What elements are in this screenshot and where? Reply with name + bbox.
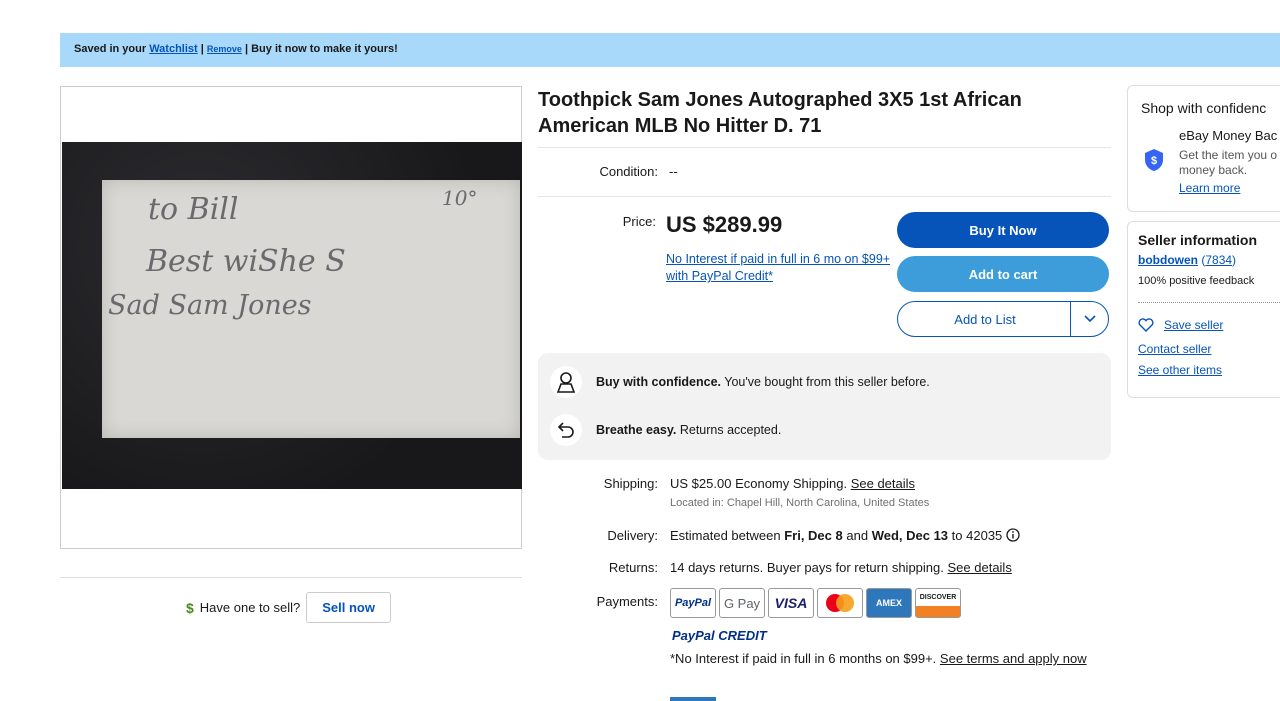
learn-more-link[interactable]: Learn more (1179, 181, 1240, 195)
terms-link[interactable]: See terms and apply now (940, 651, 1087, 666)
shop-with-confidence-box: Shop with confidenc $ eBay Money Bac Get… (1127, 85, 1280, 212)
watchlist-banner: Saved in your Watchlist | Remove | Buy i… (60, 33, 1280, 67)
handwriting-corner: 10° (442, 186, 478, 210)
seller-score-link[interactable]: 7834 (1205, 253, 1232, 267)
dollar-icon: $ (186, 599, 194, 616)
paypal-credit-offer-link[interactable]: No Interest if paid in full in 6 mo on $… (666, 251, 891, 285)
delivery-label: Delivery: (607, 528, 658, 543)
handwriting-line-3: Sad Sam Jones (108, 290, 312, 321)
save-seller-row[interactable]: Save seller (1138, 318, 1223, 332)
returns-details-link[interactable]: See details (948, 560, 1012, 575)
delivery-start: Fri, Dec 8 (784, 528, 843, 543)
confidence-text: You've bought from this seller before. (724, 375, 930, 389)
seller-feedback: 100% positive feedback (1138, 275, 1255, 287)
returns-label: Returns: (608, 560, 658, 575)
seller-name-row: bobdowen (7834) (1138, 253, 1237, 267)
shipping-label: Shipping: (603, 476, 658, 491)
handwriting-line-2: Best wiShe S (146, 244, 346, 279)
banner-prefix: Saved in your (74, 43, 147, 55)
payments-label: Payments: (596, 594, 658, 609)
add-to-list-label[interactable]: Add to List (898, 312, 1072, 327)
divider (538, 147, 1111, 148)
delivery-to: to 42035 (951, 528, 1003, 543)
sell-prompt-row: $ Have one to sell? Sell now (186, 592, 391, 623)
visa-icon: VISA (768, 588, 814, 618)
money-back-text-1: Get the item you o (1179, 148, 1278, 162)
sell-prompt: Have one to sell? (199, 600, 301, 615)
listing-title: Toothpick Sam Jones Autographed 3X5 1st … (538, 89, 1022, 137)
delivery-end: Wed, Dec 13 (871, 528, 949, 543)
seller-name-link[interactable]: bobdowen (1138, 253, 1198, 267)
person-icon (550, 366, 582, 398)
mastercard-icon (817, 588, 863, 618)
heart-icon[interactable] (1138, 318, 1154, 332)
money-back-text-2: money back. (1179, 163, 1248, 177)
shipping-info: US $25.00 Economy Shipping. See details (670, 476, 915, 491)
delivery-estimate: Estimated between Fri, Dec 8 and Wed, De… (670, 528, 1020, 543)
info-icon[interactable] (1006, 528, 1020, 542)
add-to-list-button[interactable]: Add to List (897, 301, 1109, 337)
sell-now-button[interactable]: Sell now (306, 592, 391, 623)
condition-value: -- (669, 164, 678, 179)
payment-icons: PayPal G Pay VISA AMEX DISCOVER (670, 588, 961, 618)
shield-icon: $ (1145, 149, 1163, 171)
google-pay-icon: G Pay (719, 588, 765, 618)
confidence-box: Buy with confidence. You've bought from … (538, 353, 1111, 460)
save-seller-link[interactable]: Save seller (1164, 318, 1223, 332)
banner-sep: | (200, 43, 204, 55)
discover-icon: DISCOVER (915, 588, 961, 618)
item-location: Located in: Chapel Hill, North Carolina,… (670, 497, 930, 509)
buy-it-now-button[interactable]: Buy It Now (897, 212, 1109, 248)
divider (1138, 302, 1280, 303)
returns-info: 14 days returns. Buyer pays for return s… (670, 560, 1012, 575)
delivery-prefix: Estimated between (670, 528, 781, 543)
autograph-card: to Bill 10° Best wiShe S Sad Sam Jones (102, 180, 520, 438)
return-arrow-icon (550, 414, 582, 446)
confidence-bold: Buy with confidence. (596, 375, 722, 389)
confidence-row: Buy with confidence. You've bought from … (550, 366, 930, 398)
divider (60, 577, 522, 578)
paypal-icon: PayPal (670, 588, 716, 618)
paypal-credit-logo: PayPal CREDIT (672, 628, 767, 643)
card-offer-icon (670, 697, 716, 701)
shipping-details-link[interactable]: See details (851, 476, 915, 491)
returns-confidence-row: Breathe easy. Returns accepted. (550, 414, 781, 446)
handwriting-line-1: to Bill (148, 192, 239, 227)
breathe-bold: Breathe easy. (596, 423, 677, 437)
watchlist-link[interactable]: Watchlist (149, 43, 198, 55)
svg-text:$: $ (1151, 155, 1157, 167)
chevron-down-icon[interactable] (1070, 302, 1108, 336)
price-label: Price: (622, 214, 656, 229)
money-back-title: eBay Money Bac (1179, 128, 1278, 143)
breathe-text: Returns accepted. (679, 423, 782, 437)
contact-seller-link[interactable]: Contact seller (1138, 342, 1211, 356)
delivery-and: and (846, 528, 869, 543)
credit-note-text: *No Interest if paid in full in 6 months… (670, 651, 937, 666)
price-value: US $289.99 (666, 212, 783, 237)
item-photo[interactable]: to Bill 10° Best wiShe S Sad Sam Jones (62, 142, 522, 489)
seller-info-title: Seller information (1138, 232, 1258, 248)
see-other-items-link[interactable]: See other items (1138, 363, 1222, 377)
item-image-frame[interactable]: to Bill 10° Best wiShe S Sad Sam Jones (60, 86, 522, 549)
remove-link[interactable]: Remove (207, 44, 242, 54)
amex-icon: AMEX (866, 588, 912, 618)
seller-info-box: Seller information bobdowen (7834) 100% … (1127, 221, 1280, 398)
credit-note: *No Interest if paid in full in 6 months… (670, 650, 1100, 668)
shipping-cost: US $25.00 (670, 476, 732, 491)
divider (538, 196, 1111, 197)
shop-confidence-title: Shop with confidenc (1141, 100, 1267, 116)
banner-suffix: | Buy it now to make it yours! (244, 43, 398, 55)
returns-text: 14 days returns. Buyer pays for return s… (670, 560, 944, 575)
shipping-method: Economy Shipping. (735, 476, 848, 491)
condition-label: Condition: (599, 164, 658, 179)
add-to-cart-button[interactable]: Add to cart (897, 256, 1109, 292)
